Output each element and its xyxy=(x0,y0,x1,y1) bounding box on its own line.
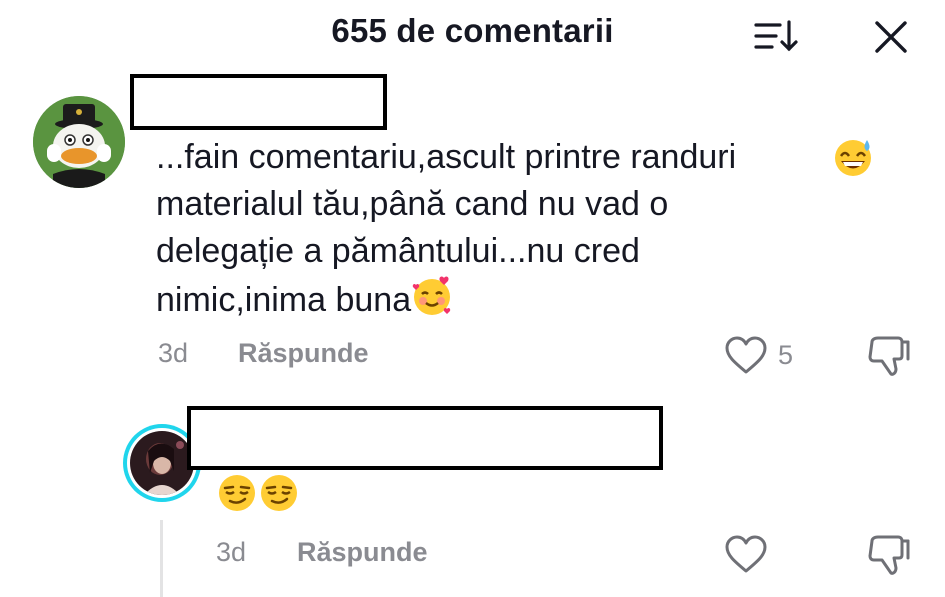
reply-text xyxy=(216,472,300,516)
sort-icon[interactable] xyxy=(752,16,800,56)
reply-button[interactable]: Răspunde xyxy=(297,537,428,568)
grinning-sweat-emoji xyxy=(832,136,874,191)
close-icon[interactable] xyxy=(870,16,912,58)
comment-line: materialul tău,până cand nu vad o xyxy=(156,185,669,223)
redacted-username xyxy=(130,74,387,130)
reply-button[interactable]: Răspunde xyxy=(238,338,369,369)
comment-text: ...fain comentariu,ascult printre randur… xyxy=(156,134,916,330)
redacted-username xyxy=(187,406,663,470)
thumbs-down-icon[interactable] xyxy=(866,334,912,378)
comment-line: delegație a pământului...nu cred xyxy=(156,232,640,270)
like-count: 5 xyxy=(778,340,794,370)
avatar[interactable] xyxy=(33,96,125,188)
smiling-hearts-emoji xyxy=(411,275,453,330)
comment-time: 3d xyxy=(158,338,189,368)
heart-outline-icon[interactable] xyxy=(724,336,768,376)
comment-line: ...fain comentariu,ascult printre randur… xyxy=(156,138,737,176)
heart-outline-icon[interactable] xyxy=(724,535,768,575)
comments-count-title: 655 de comentarii xyxy=(331,12,614,49)
thread-line xyxy=(160,520,163,597)
comment-line: nimic,inima buna xyxy=(156,281,412,319)
smirking-face-emoji xyxy=(258,472,300,519)
thumbs-down-icon[interactable] xyxy=(866,533,912,577)
comment-time: 3d xyxy=(216,537,247,567)
smirking-face-emoji xyxy=(216,472,258,519)
